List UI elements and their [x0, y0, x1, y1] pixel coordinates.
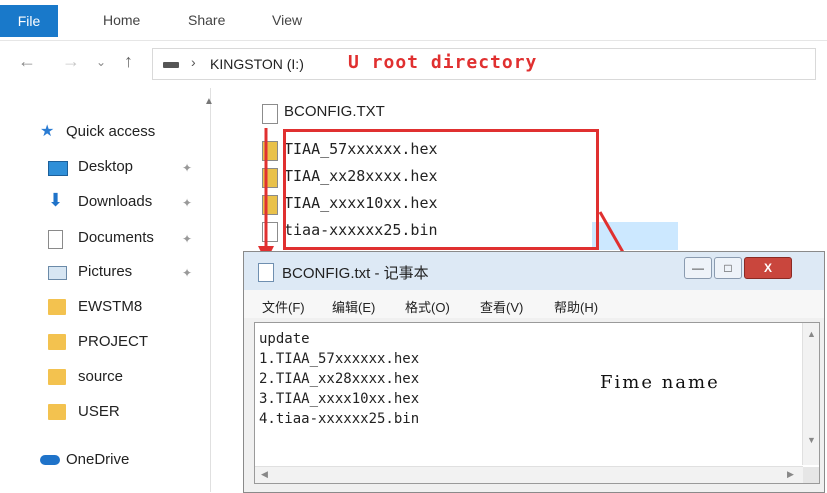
text-line: 1.TIAA_57xxxxxx.hex	[259, 351, 420, 367]
menu-view[interactable]: 查看(V)	[480, 297, 523, 316]
notepad-window: BCONFIG.txt - 记事本 — □ X 文件(F) 编辑(E) 格式(O…	[243, 251, 825, 493]
notepad-icon	[258, 263, 274, 282]
menu-file[interactable]: 文件(F)	[262, 297, 305, 316]
notepad-title-bar[interactable]: BCONFIG.txt - 记事本 — □ X	[244, 252, 824, 290]
notepad-text-area[interactable]: update 1.TIAA_57xxxxxx.hex 2.TIAA_xx28xx…	[254, 322, 820, 484]
text-line: 3.TIAA_xxxx10xx.hex	[259, 391, 420, 407]
maximize-button[interactable]: □	[714, 257, 742, 279]
minimize-button[interactable]: —	[684, 257, 712, 279]
resize-grip[interactable]	[803, 467, 819, 483]
notepad-menu-bar: 文件(F) 编辑(E) 格式(O) 查看(V) 帮助(H)	[244, 290, 824, 318]
vertical-scrollbar[interactable]: ▲ ▼	[802, 323, 819, 465]
notepad-title: BCONFIG.txt - 记事本	[282, 265, 429, 282]
down-arrow-icon	[258, 128, 274, 262]
close-button[interactable]: X	[744, 257, 792, 279]
text-line: update	[259, 331, 310, 347]
scroll-up-icon[interactable]: ▲	[807, 329, 816, 339]
horizontal-scrollbar[interactable]: ◀ ▶	[255, 466, 803, 483]
scroll-left-icon[interactable]: ◀	[261, 469, 268, 480]
menu-format[interactable]: 格式(O)	[405, 297, 450, 316]
text-line: 2.TIAA_xx28xxxx.hex	[259, 371, 420, 387]
scroll-down-icon[interactable]: ▼	[807, 435, 816, 445]
text-line: 4.tiaa-xxxxxx25.bin	[259, 411, 420, 427]
menu-edit[interactable]: 编辑(E)	[332, 297, 375, 316]
scroll-right-icon[interactable]: ▶	[787, 469, 794, 480]
filename-annotation: Fime name	[600, 372, 720, 393]
menu-help[interactable]: 帮助(H)	[554, 297, 598, 316]
